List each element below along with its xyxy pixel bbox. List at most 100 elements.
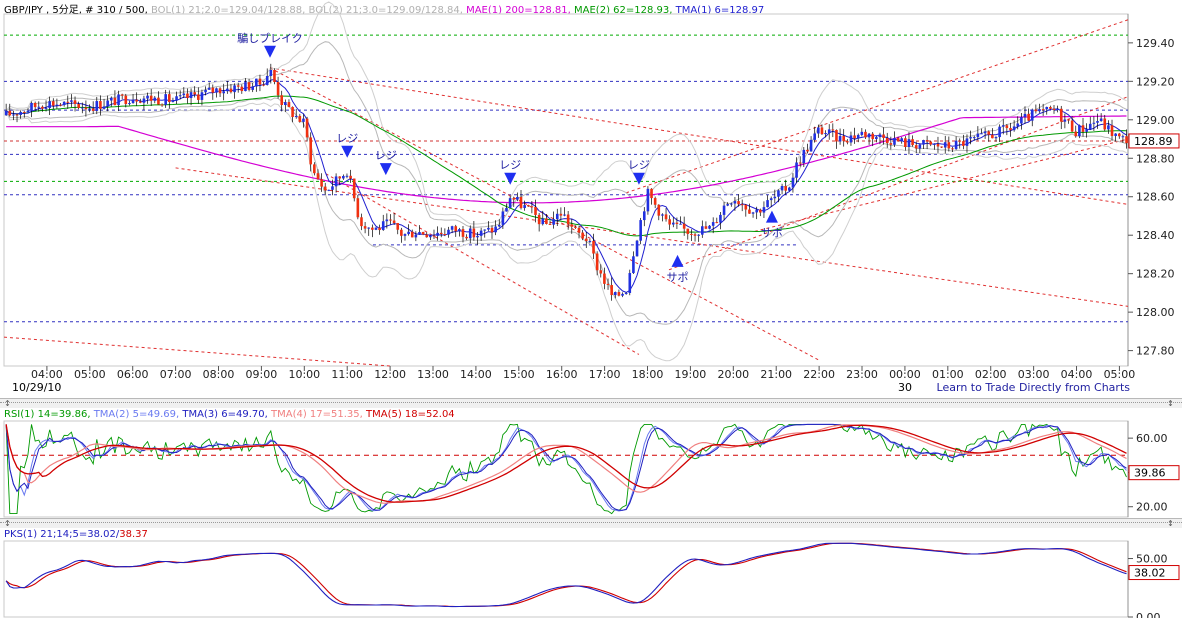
candle — [106, 100, 109, 107]
candle — [679, 223, 682, 225]
candle — [313, 164, 316, 174]
candle — [407, 231, 410, 235]
candle — [715, 222, 719, 224]
pks-pane[interactable]: PKS(1) 21;14;5=38.02/38.37 50.00 0.00 38.0… — [0, 528, 1182, 618]
candle — [175, 96, 178, 101]
candle — [708, 225, 711, 229]
candle — [769, 198, 773, 201]
candle — [603, 273, 606, 284]
resize-handle-icon[interactable]: ↕ — [1165, 520, 1176, 528]
resize-handle-icon[interactable]: ↕ — [1165, 400, 1176, 408]
candle — [262, 84, 265, 86]
candle — [639, 220, 642, 241]
candle — [788, 187, 791, 191]
candle — [302, 118, 305, 122]
candle — [853, 135, 856, 139]
resize-handle-icon[interactable]: ↕ — [2, 400, 13, 408]
candle — [77, 103, 80, 108]
candle — [142, 98, 146, 103]
candle — [628, 273, 632, 293]
candle — [1110, 125, 1114, 137]
x-tick-label: 05:00 — [1104, 368, 1136, 381]
resize-handle-icon[interactable]: ↕ — [2, 520, 13, 528]
pks-last-label: 38.02 — [1134, 567, 1166, 580]
candle — [298, 115, 302, 122]
candle — [26, 110, 30, 113]
candle — [1096, 121, 1099, 123]
candle — [846, 141, 849, 143]
candle — [675, 222, 679, 224]
candle — [146, 95, 149, 99]
candle — [458, 229, 461, 232]
rsi-chart[interactable]: 60.0040.0020.0039.86 — [0, 408, 1182, 519]
price-pane[interactable]: GBP/JPY , 5分足, # 310 / 500, BOL(1) 21;2.… — [0, 0, 1182, 398]
candle — [650, 188, 653, 199]
candle — [566, 214, 570, 225]
candle — [1045, 106, 1049, 110]
candle — [157, 97, 160, 105]
candle — [345, 175, 349, 177]
candle — [164, 94, 167, 105]
candle — [186, 93, 189, 98]
candle — [617, 292, 621, 296]
candle — [733, 201, 737, 204]
candle — [730, 203, 733, 205]
candle — [606, 283, 610, 285]
candle — [472, 228, 476, 238]
candle — [737, 201, 740, 205]
candle — [646, 188, 650, 212]
candle — [102, 106, 106, 109]
candle — [418, 232, 421, 235]
candle — [563, 214, 566, 216]
candle — [900, 138, 904, 142]
x-tick-label: 00:00 — [889, 368, 921, 381]
candle — [817, 127, 820, 134]
candle — [320, 179, 323, 187]
candle — [700, 226, 704, 235]
candle — [284, 102, 287, 106]
candle — [160, 104, 164, 106]
candle — [954, 140, 958, 150]
candle — [251, 86, 254, 90]
candle — [44, 108, 48, 110]
candle — [1052, 108, 1056, 111]
candle — [581, 232, 584, 239]
candle — [987, 131, 991, 135]
candle — [512, 198, 516, 200]
rsi-pane[interactable]: RSI(1) 14=39.86, TMA(2) 5=49.69, TMA(3) … — [0, 408, 1182, 519]
candle — [258, 78, 262, 85]
candle — [385, 219, 389, 222]
price-chart[interactable]: 騙しブレイクレジレジレジ レジサポサポ 129.40129.20129.00128… — [0, 0, 1182, 398]
candle — [465, 236, 468, 239]
candle — [363, 226, 367, 229]
candle — [632, 256, 635, 274]
candle — [972, 137, 976, 139]
candle — [432, 235, 436, 237]
candle — [918, 144, 922, 149]
candle — [889, 143, 893, 145]
candle — [994, 137, 998, 139]
learn-link[interactable]: Learn to Trade Directly from Charts — [937, 381, 1130, 394]
candle — [693, 234, 697, 236]
candle — [168, 94, 171, 102]
candle — [965, 138, 969, 146]
candle — [505, 207, 508, 212]
candle — [305, 118, 309, 138]
pks-chart[interactable]: 50.00 0.00 38.02 — [0, 528, 1182, 618]
candle — [791, 177, 795, 188]
candle — [215, 88, 218, 93]
y-tick-label: 129.00 — [1136, 114, 1175, 127]
candle — [62, 101, 66, 105]
candle — [273, 69, 276, 82]
candle — [555, 213, 559, 220]
candle — [1103, 118, 1107, 130]
candle — [795, 162, 798, 178]
candle — [813, 133, 816, 140]
candle — [37, 106, 41, 108]
candle — [33, 102, 37, 108]
candle — [983, 131, 987, 134]
candle — [534, 206, 537, 215]
candle — [149, 95, 153, 101]
candle — [777, 190, 780, 197]
candle — [1081, 125, 1085, 132]
